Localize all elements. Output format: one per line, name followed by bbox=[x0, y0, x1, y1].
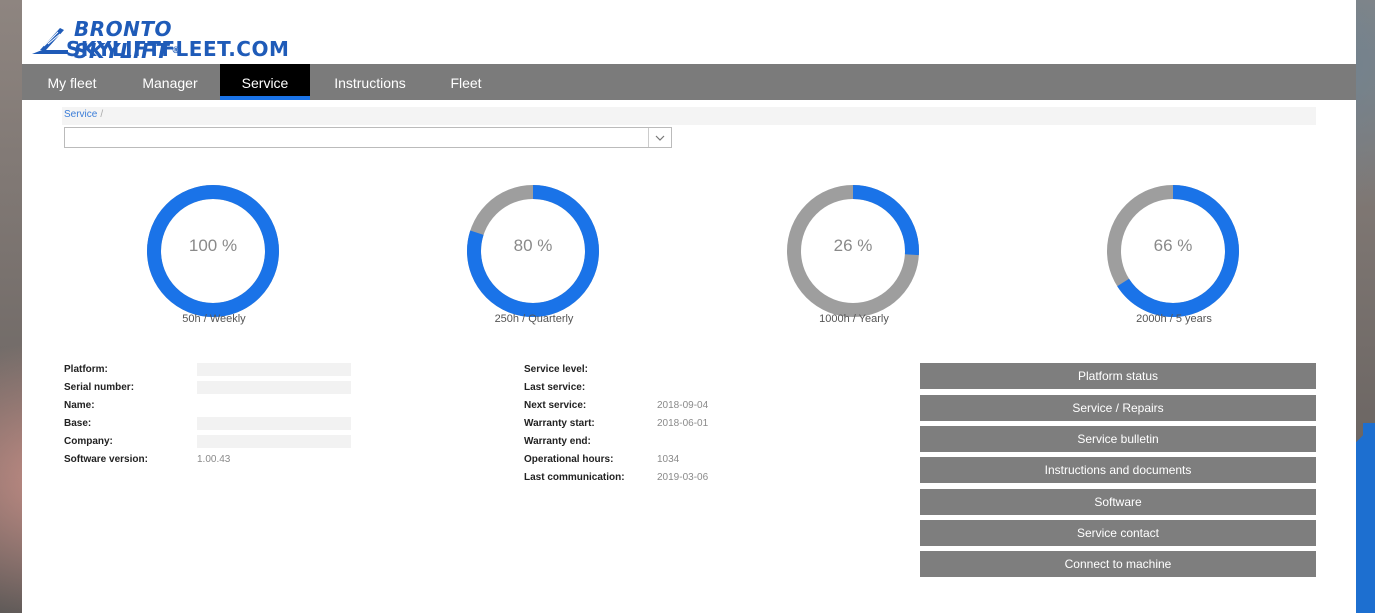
platform-status-button[interactable]: Platform status bbox=[920, 363, 1316, 389]
gauge-value: 100 % bbox=[188, 236, 238, 255]
background-blue-stripe bbox=[1363, 423, 1375, 493]
gauge-weekly: 100 % bbox=[140, 178, 290, 328]
tab-instructions[interactable]: Instructions bbox=[320, 64, 420, 100]
software-version-value: 1.00.43 bbox=[197, 454, 231, 465]
tab-my-fleet[interactable]: My fleet bbox=[34, 64, 110, 100]
info-label-base: Base: bbox=[64, 418, 92, 429]
brand-website: SKYLIFTFLEET.COM bbox=[66, 37, 290, 61]
tab-manager[interactable]: Manager bbox=[128, 64, 212, 100]
gauge-label-5-years: 2000h / 5 years bbox=[1136, 313, 1212, 325]
service-repairs-button[interactable]: Service / Repairs bbox=[920, 395, 1316, 421]
last-communication-value: 2019-03-06 bbox=[657, 472, 709, 483]
info-label-platform: Platform: bbox=[64, 364, 108, 375]
info-label-last-communication: Last communication: bbox=[524, 472, 625, 483]
company-value bbox=[197, 435, 351, 448]
machine-select-value bbox=[65, 132, 69, 144]
info-label-last-service: Last service: bbox=[524, 382, 586, 393]
gauge-5-years: 66 % bbox=[1100, 178, 1250, 328]
service-bulletin-button[interactable]: Service bulletin bbox=[920, 426, 1316, 452]
brand-logo[interactable]: BRONTO SKYLIFT ® SKYLIFTFLEET.COM bbox=[30, 18, 289, 62]
gauge-value: 66 % bbox=[1153, 236, 1193, 255]
info-label-company: Company: bbox=[64, 436, 113, 447]
info-label-operational-hours: Operational hours: bbox=[524, 454, 614, 465]
gauge-label-quarterly: 250h / Quarterly bbox=[494, 313, 574, 325]
warranty-start-value: 2018-06-01 bbox=[657, 418, 709, 429]
info-label-next-service: Next service: bbox=[524, 400, 587, 411]
machine-select[interactable] bbox=[64, 127, 672, 148]
next-service-value: 2018-09-04 bbox=[657, 400, 709, 411]
gauge-yearly: 26 % bbox=[780, 178, 930, 328]
operational-hours-value: 1034 bbox=[657, 454, 680, 465]
info-label-warranty-start: Warranty start: bbox=[524, 418, 595, 429]
chevron-down-icon[interactable] bbox=[648, 128, 671, 147]
gauge-label-weekly: 50h / Weekly bbox=[182, 313, 246, 325]
breadcrumb: Service / bbox=[62, 107, 1316, 125]
base-value bbox=[197, 417, 351, 430]
gauge-value: 26 % bbox=[833, 236, 873, 255]
main-nav: My fleet Manager Service Instructions Fl… bbox=[22, 64, 1356, 100]
tab-service[interactable]: Service bbox=[220, 64, 310, 100]
info-label-name: Name: bbox=[64, 400, 95, 411]
info-label-serial-number: Serial number: bbox=[64, 382, 135, 393]
header: BRONTO SKYLIFT ® SKYLIFTFLEET.COM bbox=[22, 0, 1356, 64]
breadcrumb-service[interactable]: Service / bbox=[64, 109, 103, 120]
instructions-documents-button[interactable]: Instructions and documents bbox=[920, 457, 1316, 483]
service-contact-button[interactable]: Service contact bbox=[920, 520, 1316, 546]
tab-fleet[interactable]: Fleet bbox=[434, 64, 498, 100]
skylift-logo-icon bbox=[32, 28, 68, 54]
info-label-warranty-end: Warranty end: bbox=[524, 436, 591, 447]
main-panel: BRONTO SKYLIFT ® SKYLIFTFLEET.COM My flee… bbox=[22, 0, 1356, 613]
serial-number-value bbox=[197, 381, 351, 394]
gauge-label-yearly: 1000h / Yearly bbox=[819, 313, 889, 325]
gauge-quarterly: 80 % bbox=[460, 178, 610, 328]
software-button[interactable]: Software bbox=[920, 489, 1316, 515]
info-label-service-level: Service level: bbox=[524, 364, 588, 375]
platform-value bbox=[197, 363, 351, 376]
connect-to-machine-button[interactable]: Connect to machine bbox=[920, 551, 1316, 577]
info-label-software-version: Software version: bbox=[64, 454, 148, 465]
gauge-value: 80 % bbox=[513, 236, 553, 255]
